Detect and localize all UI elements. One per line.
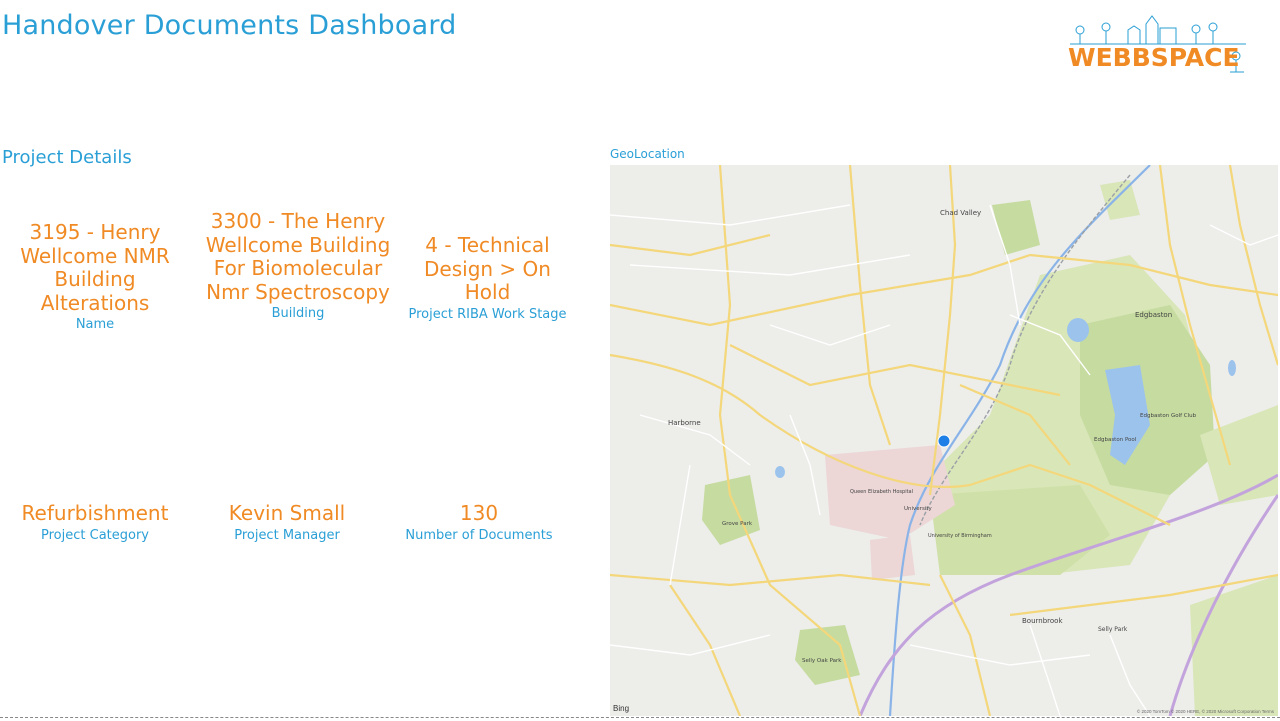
- card-value: 4 - Technical Design > On Hold: [424, 233, 551, 304]
- map-label-selly-oak-park: Selly Oak Park: [802, 658, 842, 664]
- card-name: 3195 - Henry Wellcome NMR Building Alter…: [10, 220, 180, 332]
- bing-attribution: Bing: [613, 704, 630, 713]
- card-label: Number of Documents: [405, 527, 553, 543]
- card-value: Refurbishment: [21, 501, 169, 525]
- map-label-edgbaston: Edgbaston: [1135, 311, 1172, 319]
- map-title: GeoLocation: [610, 147, 685, 161]
- map-label-chad-valley: Chad Valley: [940, 209, 981, 217]
- map-label-selly-park: Selly Park: [1098, 626, 1128, 633]
- map-copyright: © 2020 TomTom © 2020 HERE, © 2020 Micros…: [1136, 709, 1274, 714]
- card-value: Kevin Small: [228, 501, 346, 525]
- card-label: Building: [271, 306, 325, 321]
- page-title: Handover Documents Dashboard: [2, 10, 457, 41]
- webbspace-logo: WEBBSPACE: [1068, 15, 1246, 73]
- map-label-university: University: [904, 506, 932, 512]
- svg-text:WEBBSPACE: WEBBSPACE: [1068, 43, 1240, 72]
- map-label-qehb: Queen Elizabeth Hospital: [850, 489, 913, 495]
- card-project-manager: Kevin Small Project Manager: [202, 501, 372, 543]
- card-value: 130: [459, 501, 499, 525]
- card-number-of-documents: 130 Number of Documents: [394, 501, 564, 543]
- card-label: Project RIBA Work Stage: [408, 306, 567, 322]
- card-value: 3195 - Henry Wellcome NMR Building Alter…: [20, 220, 170, 315]
- card-label: Project Category: [41, 527, 149, 543]
- map-label-harborne: Harborne: [668, 419, 701, 427]
- map-label-uob: University of Birmingham: [928, 533, 992, 539]
- location-marker[interactable]: [937, 434, 951, 448]
- map-canvas[interactable]: Chad Valley Edgbaston Harborne Bournbroo…: [610, 165, 1278, 716]
- geolocation-map[interactable]: Chad Valley Edgbaston Harborne Bournbroo…: [610, 165, 1278, 716]
- card-building: 3300 - The Henry Wellcome Building For B…: [203, 209, 393, 321]
- map-label-bournbrook: Bournbrook: [1022, 617, 1063, 625]
- map-label-edgbaston-golf: Edgbaston Golf Club: [1140, 413, 1197, 419]
- map-label-grove-park: Grove Park: [722, 521, 753, 527]
- section-title-project-details: Project Details: [2, 147, 132, 168]
- card-label: Project Manager: [234, 527, 340, 543]
- card-value: 3300 - The Henry Wellcome Building For B…: [205, 209, 391, 304]
- card-riba-stage: 4 - Technical Design > On Hold Project R…: [400, 233, 575, 322]
- card-label: Name: [75, 317, 115, 332]
- bottom-divider: [0, 717, 1280, 718]
- card-project-category: Refurbishment Project Category: [10, 501, 180, 543]
- map-label-edgbaston-pool: Edgbaston Pool: [1094, 437, 1137, 443]
